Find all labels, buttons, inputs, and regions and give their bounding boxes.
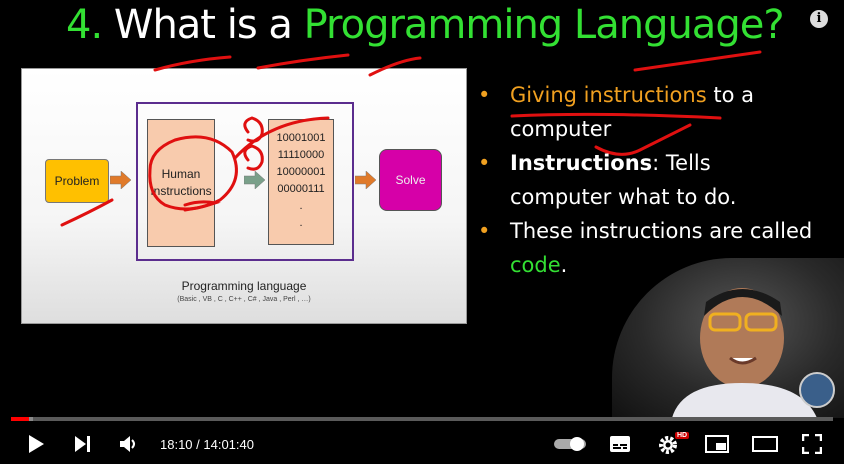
human-instructions-box: Human Instructions	[147, 119, 215, 247]
title-green-text: Programming Language?	[303, 2, 785, 48]
bullet-text: .	[560, 253, 568, 277]
subtitles-icon[interactable]	[609, 435, 631, 453]
bullet-highlight: code	[510, 253, 561, 277]
bullet-list: • Giving instructions to a computer • In…	[478, 78, 818, 282]
human-label-line2: Instructions	[150, 184, 212, 198]
next-icon[interactable]	[73, 435, 93, 453]
fullscreen-icon[interactable]	[802, 434, 822, 454]
miniplayer-icon[interactable]	[705, 435, 729, 453]
binary-line: 11110000	[277, 149, 325, 161]
arrow-right-icon	[355, 171, 377, 189]
arrow-right-icon	[110, 171, 132, 189]
binary-line: 10000001	[276, 166, 326, 178]
play-icon[interactable]	[26, 434, 46, 454]
human-label-line1: Human	[161, 167, 201, 181]
binary-line: 00000111	[277, 183, 325, 195]
bullet-highlight: Instructions	[510, 151, 653, 175]
solve-box: Solve	[379, 149, 442, 211]
bullet-text: These instructions are called	[510, 219, 813, 243]
bullet-item: • Giving instructions to a computer	[478, 83, 754, 141]
volume-icon[interactable]	[119, 435, 139, 453]
theater-mode-icon[interactable]	[752, 436, 778, 452]
channel-avatar[interactable]	[799, 372, 835, 408]
time-display: 18:10 / 14:01:40	[160, 437, 254, 452]
problem-box: Problem	[45, 159, 109, 203]
binary-line: .	[299, 217, 303, 229]
slide-subcaption: (Basic , VB , C , C++ , C# , Java , Perl…	[177, 296, 311, 303]
progress-played	[11, 417, 29, 421]
hd-badge: HD	[675, 432, 690, 439]
title-number: 4.	[66, 2, 103, 48]
arrow-right-icon	[244, 171, 266, 189]
player-controls: 18:10 / 14:01:40 HD	[0, 424, 844, 464]
video-title-overlay: 4. What is a Programming Language?	[66, 2, 785, 48]
binary-line: .	[299, 200, 303, 212]
bullet-highlight: Giving instructions	[510, 83, 707, 107]
slide-panel: Problem Human Instructions 10001001 1111…	[21, 68, 467, 324]
binary-line: 10001001	[276, 132, 326, 144]
title-white-text: What is a	[113, 2, 293, 48]
slide-caption: Programming language	[181, 279, 307, 293]
progress-bar[interactable]	[11, 417, 833, 421]
info-icon[interactable]: i	[810, 10, 828, 28]
bullet-item: • Instructions: Tells computer what to d…	[478, 151, 737, 209]
autoplay-toggle-icon[interactable]	[553, 436, 587, 452]
binary-code-box: 10001001 11110000 10000001 00000111 . .	[268, 119, 334, 245]
